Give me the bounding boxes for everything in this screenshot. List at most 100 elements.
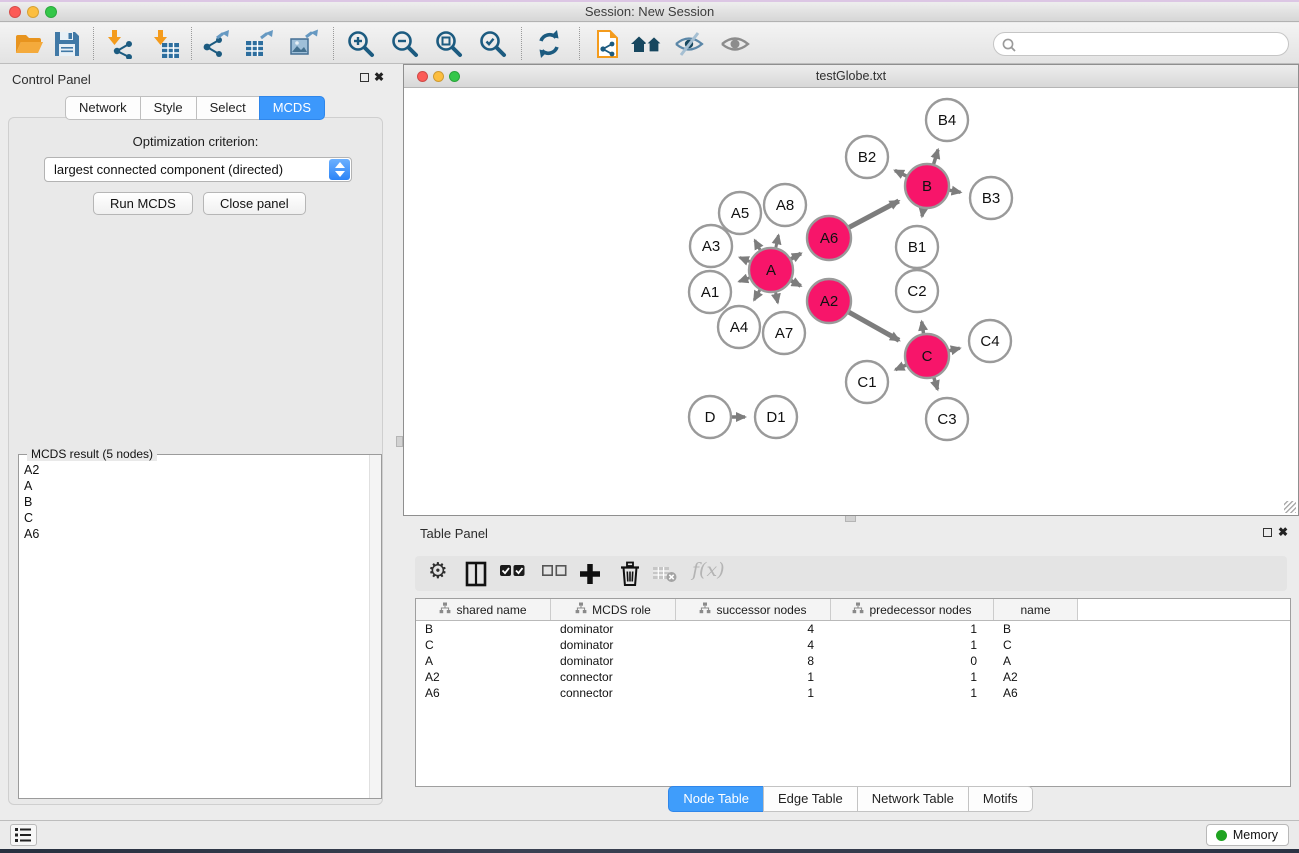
table-row[interactable]: A2connector11A2 xyxy=(416,669,1290,685)
graph-node-label-A4: A4 xyxy=(730,319,748,336)
zoom-out-icon[interactable] xyxy=(390,29,420,59)
save-session-icon[interactable] xyxy=(52,29,82,59)
table-tab-network-table[interactable]: Network Table xyxy=(857,786,969,812)
table-cell[interactable]: 4 xyxy=(676,621,831,637)
column-header-MCDS-role[interactable]: MCDS role xyxy=(551,599,676,620)
table-cell[interactable]: B xyxy=(416,621,551,637)
show-columns-icon[interactable] xyxy=(464,561,488,592)
table-cell[interactable]: A2 xyxy=(994,669,1078,685)
optimization-criterion-label: Optimization criterion: xyxy=(9,134,382,149)
select-all-columns-icon[interactable] xyxy=(500,564,525,583)
table-cell[interactable]: 1 xyxy=(831,685,994,701)
result-scrollbar[interactable] xyxy=(369,455,381,798)
close-panel-icon[interactable]: ✖ xyxy=(1278,525,1288,539)
table-cell[interactable]: 1 xyxy=(831,669,994,685)
graph-node-label-A8: A8 xyxy=(776,197,794,214)
refresh-layout-icon[interactable] xyxy=(534,29,564,59)
export-network-icon[interactable] xyxy=(200,29,230,59)
split-divider-handle[interactable] xyxy=(396,436,403,447)
column-header-predecessor-nodes[interactable]: predecessor nodes xyxy=(831,599,994,620)
table-row[interactable]: Cdominator41C xyxy=(416,637,1290,653)
column-header-successor-nodes[interactable]: successor nodes xyxy=(676,599,831,620)
table-tab-node-table[interactable]: Node Table xyxy=(668,786,764,812)
column-header-name[interactable]: name xyxy=(994,599,1078,620)
table-cell[interactable]: A2 xyxy=(416,669,551,685)
hide-selected-icon[interactable] xyxy=(674,29,704,59)
shared-column-icon xyxy=(699,602,711,617)
mcds-result-item[interactable]: A6 xyxy=(24,526,368,542)
table-cell[interactable]: 1 xyxy=(676,685,831,701)
table-row[interactable]: Adominator80A xyxy=(416,653,1290,669)
column-header-shared-name[interactable]: shared name xyxy=(416,599,551,620)
table-cell[interactable]: dominator xyxy=(551,653,676,669)
table-cell[interactable]: connector xyxy=(551,685,676,701)
memory-button[interactable]: Memory xyxy=(1206,824,1289,846)
search-input[interactable] xyxy=(1020,34,1280,54)
table-tab-edge-table[interactable]: Edge Table xyxy=(763,786,858,812)
float-panel-icon[interactable] xyxy=(1263,528,1272,537)
run-mcds-button[interactable]: Run MCDS xyxy=(93,192,193,215)
table-cell[interactable]: 0 xyxy=(831,653,994,669)
first-neighbors-icon[interactable] xyxy=(630,29,660,59)
open-session-icon[interactable] xyxy=(14,29,44,59)
table-cell[interactable]: 8 xyxy=(676,653,831,669)
table-cell[interactable]: A6 xyxy=(416,685,551,701)
new-network-from-file-icon[interactable] xyxy=(592,29,622,59)
float-panel-icon[interactable] xyxy=(360,73,369,82)
delete-column-trash-icon[interactable] xyxy=(618,561,642,592)
zoom-selected-icon[interactable] xyxy=(478,29,508,59)
table-row[interactable]: A6connector11A6 xyxy=(416,685,1290,701)
import-table-icon[interactable] xyxy=(150,29,180,59)
table-cell[interactable]: C xyxy=(994,637,1078,653)
close-panel-button[interactable]: Close panel xyxy=(203,192,306,215)
table-cell[interactable]: A xyxy=(994,653,1078,669)
control-tab-mcds[interactable]: MCDS xyxy=(259,96,325,120)
graph-edge-A2-C[interactable] xyxy=(845,310,899,341)
mcds-result-item[interactable]: A2 xyxy=(24,462,368,478)
table-cell[interactable]: 1 xyxy=(831,637,994,653)
graph-edge-A6-B[interactable] xyxy=(845,201,899,230)
toolbar-separator xyxy=(191,27,192,60)
control-tab-style[interactable]: Style xyxy=(140,96,197,120)
graph-node-label-C4: C4 xyxy=(980,333,999,350)
mcds-result-item[interactable]: A xyxy=(24,478,368,494)
table-cell[interactable]: C xyxy=(416,637,551,653)
network-canvas[interactable]: AA1A2A3A4A5A6A7A8BB1B2B3B4CC1C2C3C4DD1 xyxy=(404,88,1298,515)
control-tab-network[interactable]: Network xyxy=(65,96,141,120)
table-tab-motifs[interactable]: Motifs xyxy=(968,786,1033,812)
task-history-list-button[interactable] xyxy=(10,824,37,846)
table-cell[interactable]: 1 xyxy=(831,621,994,637)
table-row[interactable]: Bdominator41B xyxy=(416,621,1290,637)
zoom-fit-icon[interactable] xyxy=(434,29,464,59)
network-graph[interactable]: AA1A2A3A4A5A6A7A8BB1B2B3B4CC1C2C3C4DD1 xyxy=(404,88,1298,515)
table-cell[interactable]: dominator xyxy=(551,621,676,637)
toolbar-search-field[interactable] xyxy=(993,32,1289,56)
table-cell[interactable]: B xyxy=(994,621,1078,637)
control-tab-select[interactable]: Select xyxy=(196,96,260,120)
mcds-result-list[interactable]: A2ABCA6 xyxy=(20,462,368,797)
import-network-icon[interactable] xyxy=(104,29,134,59)
mcds-result-item[interactable]: B xyxy=(24,494,368,510)
deselect-all-columns-icon[interactable] xyxy=(542,564,567,583)
close-panel-icon[interactable]: ✖ xyxy=(374,70,384,84)
table-cell[interactable]: 4 xyxy=(676,637,831,653)
show-all-icon[interactable] xyxy=(720,29,750,59)
export-image-icon[interactable] xyxy=(289,29,319,59)
application-window: Session: New Session xyxy=(0,0,1299,853)
create-column-plus-icon[interactable] xyxy=(579,563,601,590)
table-cell[interactable]: A xyxy=(416,653,551,669)
control-panel: Control Panel ✖ NetworkStyleSelectMCDS O… xyxy=(0,64,391,820)
table-cell[interactable]: 1 xyxy=(676,669,831,685)
table-settings-gear-icon[interactable]: ⚙ xyxy=(428,558,448,584)
table-cell[interactable]: connector xyxy=(551,669,676,685)
mcds-result-item[interactable]: C xyxy=(24,510,368,526)
table-cell[interactable]: dominator xyxy=(551,637,676,653)
criterion-dropdown[interactable]: largest connected component (directed) xyxy=(44,157,352,182)
table-cell[interactable]: A6 xyxy=(994,685,1078,701)
export-table-icon[interactable] xyxy=(244,29,274,59)
zoom-in-icon[interactable] xyxy=(346,29,376,59)
window-titlebar: Session: New Session xyxy=(0,0,1299,22)
graph-node-label-B3: B3 xyxy=(982,190,1000,207)
window-resize-grip[interactable] xyxy=(1284,501,1296,513)
node-table[interactable]: shared nameMCDS rolesuccessor nodesprede… xyxy=(415,598,1291,787)
